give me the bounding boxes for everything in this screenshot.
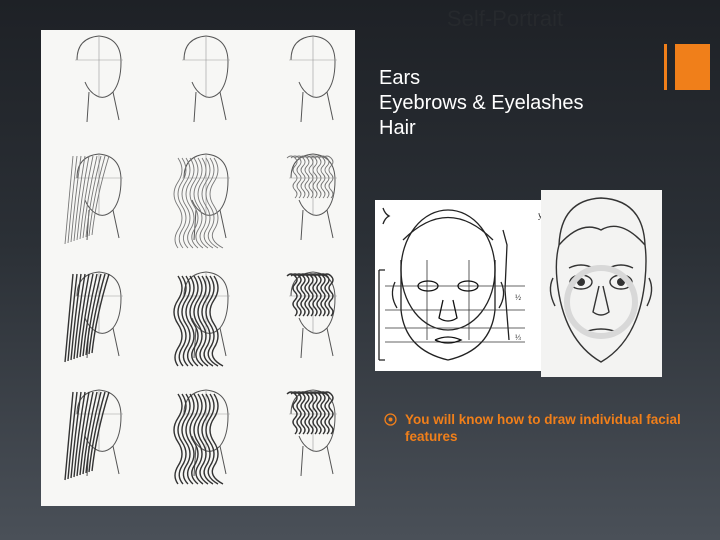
accent-bar-thick [675,44,710,90]
slide-title: Self-Portrait [446,6,564,31]
circled-dot-icon [384,413,397,426]
accent-bar-thin [664,44,667,90]
takeaway-bullet: You will know how to draw individual fac… [384,411,684,445]
takeaway-text: You will know how to draw individual fac… [405,412,681,444]
svg-text:½: ½ [515,293,521,302]
face-proportion-diagram: ½ ⅓ y [375,200,542,371]
topic-item-eyebrows: Eyebrows & Eyelashes [379,92,584,114]
topic-item-ears: Ears [379,67,421,89]
topic-list: Ears Eyebrows & Eyelashes Hair [379,66,584,141]
topic-item-hair: Hair [379,117,416,139]
face-sketch-image [541,190,662,377]
svg-text:⅓: ⅓ [515,333,521,342]
hair-steps-image [41,30,355,506]
